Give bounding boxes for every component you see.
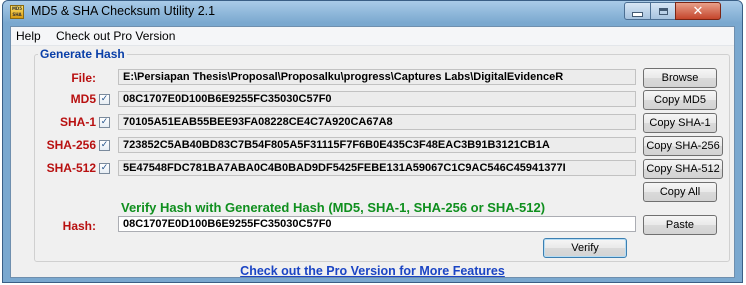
app-window: MD5 SHA MD5 & SHA Checksum Utility 2.1 ✕… [2, 0, 743, 283]
copy-sha512-button[interactable]: Copy SHA-512 [643, 159, 723, 179]
sha512-label: SHA-512 [46, 161, 96, 175]
hash-input[interactable]: 08C1707E0D100B6E9255FC35030C57F0 [118, 216, 636, 232]
sha1-label: SHA-1 [59, 115, 96, 129]
close-button[interactable]: ✕ [675, 2, 721, 20]
copy-md5-button[interactable]: Copy MD5 [643, 90, 717, 110]
sha512-hash-field[interactable]: 5E47548FDC781BA7ABA0C4B0BAD9DF5425FEBE13… [118, 160, 636, 176]
menu-bar: Help Check out Pro Version [11, 27, 734, 46]
md5-checkbox[interactable]: ✓ [99, 94, 110, 105]
file-path-field[interactable]: E:\Persiapan Thesis\Proposal\Proposalku\… [118, 69, 636, 85]
group-title: Generate Hash [38, 47, 127, 61]
menu-help[interactable]: Help [16, 29, 41, 43]
checkmark-icon: ✓ [100, 140, 109, 150]
checkmark-icon: ✓ [100, 163, 109, 173]
verify-heading: Verify Hash with Generated Hash (MD5, SH… [121, 200, 546, 215]
copy-all-button[interactable]: Copy All [643, 182, 717, 202]
copy-sha256-button[interactable]: Copy SHA-256 [643, 136, 723, 156]
sha256-label: SHA-256 [46, 138, 96, 152]
checkmark-icon: ✓ [100, 117, 109, 127]
title-bar[interactable]: MD5 SHA MD5 & SHA Checksum Utility 2.1 ✕ [3, 1, 742, 23]
hash-label: Hash: [62, 219, 96, 233]
sha256-checkbox[interactable]: ✓ [99, 140, 110, 151]
file-label: File: [71, 71, 96, 85]
menu-check-out-pro[interactable]: Check out Pro Version [56, 29, 175, 43]
app-logo-icon: MD5 SHA [10, 5, 24, 19]
pro-version-link[interactable]: Check out the Pro Version for More Featu… [11, 264, 734, 278]
close-icon: ✕ [692, 3, 704, 18]
sha1-hash-field[interactable]: 70105A51EAB55BEE93FA08228CE4C7A920CA67A8 [118, 114, 636, 130]
sha512-checkbox[interactable]: ✓ [99, 163, 110, 174]
maximize-button[interactable] [650, 2, 676, 20]
minimize-icon [632, 11, 643, 17]
maximize-icon [658, 7, 668, 15]
paste-button[interactable]: Paste [643, 215, 717, 235]
window-title: MD5 & SHA Checksum Utility 2.1 [31, 4, 216, 18]
sha1-checkbox[interactable]: ✓ [99, 117, 110, 128]
minimize-button[interactable] [624, 2, 651, 20]
checkmark-icon: ✓ [100, 94, 109, 104]
sha256-hash-field[interactable]: 723852C5AB40BD83C7B54F805A5F31115F7F6B0E… [118, 137, 636, 153]
browse-button[interactable]: Browse [643, 68, 717, 88]
main-panel: Help Check out Pro Version Generate Hash… [10, 26, 735, 278]
copy-sha1-button[interactable]: Copy SHA-1 [643, 113, 717, 133]
md5-label: MD5 [70, 92, 96, 106]
verify-button[interactable]: Verify [543, 238, 627, 258]
md5-hash-field[interactable]: 08C1707E0D100B6E9255FC35030C57F0 [118, 91, 636, 107]
